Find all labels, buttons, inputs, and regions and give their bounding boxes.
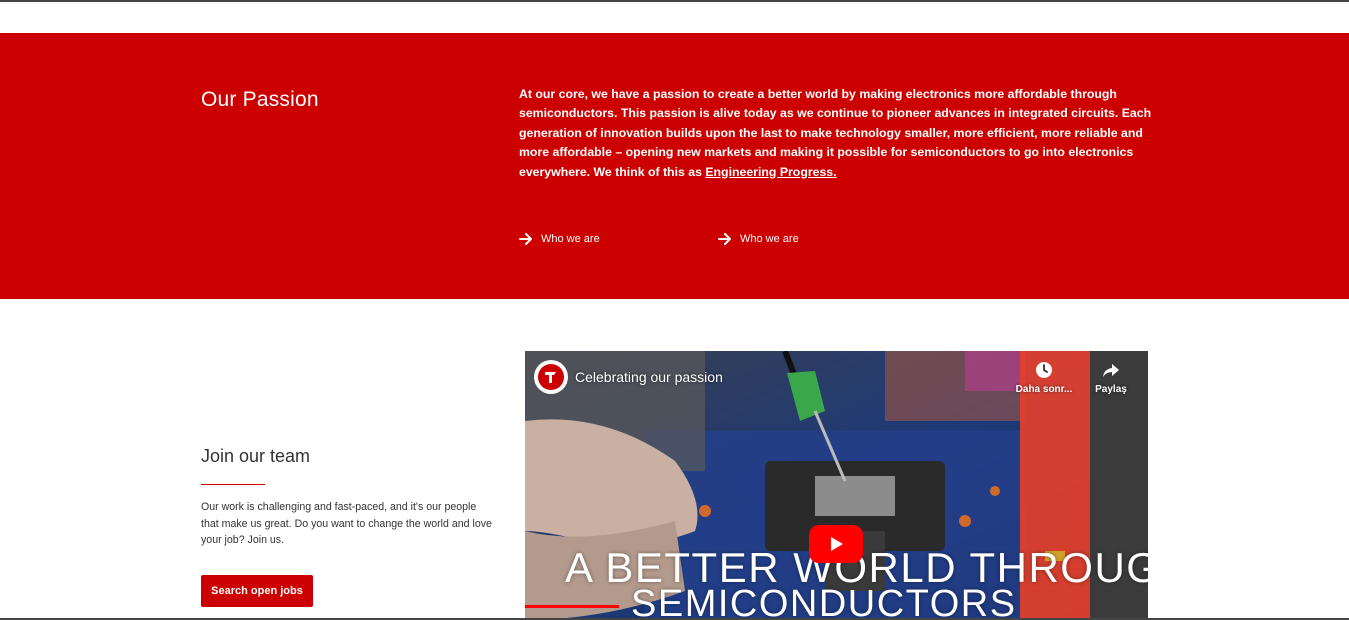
clock-icon (1036, 362, 1052, 378)
watch-later-label: Daha sonr... (1015, 384, 1073, 395)
video-title[interactable]: Celebrating our passion (575, 369, 723, 385)
passion-section: Our Passion At our core, we have a passi… (0, 33, 1349, 299)
ti-logo-icon[interactable] (534, 360, 568, 394)
share-icon (1103, 364, 1119, 377)
join-title-underline (201, 484, 265, 485)
search-open-jobs-button[interactable]: Search open jobs (201, 575, 313, 607)
who-we-are-link-2[interactable]: Who we are (718, 230, 917, 248)
who-we-are-label: Who we are (740, 233, 799, 245)
engineering-progress-link[interactable]: Engineering Progress. (705, 165, 836, 179)
passion-links: Who we are Who we are (519, 230, 917, 248)
top-border (0, 0, 1349, 2)
passion-text: At our core, we have a passion to create… (519, 85, 1159, 182)
join-text: Our work is challenging and fast-paced, … (201, 501, 492, 546)
who-we-are-link-1[interactable]: Who we are (519, 230, 718, 248)
share-label: Paylaş (1095, 384, 1127, 395)
play-button[interactable] (809, 525, 863, 563)
share-button[interactable]: Paylaş (1076, 360, 1146, 395)
watch-later-button[interactable]: Daha sonr... (1009, 360, 1079, 395)
video-progress-bar[interactable] (525, 605, 619, 608)
video-overlay-line2: SEMICONDUCTORS (631, 583, 1017, 620)
passion-title: Our Passion (201, 88, 319, 111)
arrow-right-icon (519, 233, 532, 245)
who-we-are-label: Who we are (541, 233, 600, 245)
play-icon (831, 537, 843, 551)
video-player[interactable]: Celebrating our passion Daha sonr... Pay… (525, 351, 1148, 620)
join-title: Join our team (201, 446, 311, 466)
ti-logo-shape (538, 364, 564, 390)
arrow-right-icon (718, 233, 731, 245)
